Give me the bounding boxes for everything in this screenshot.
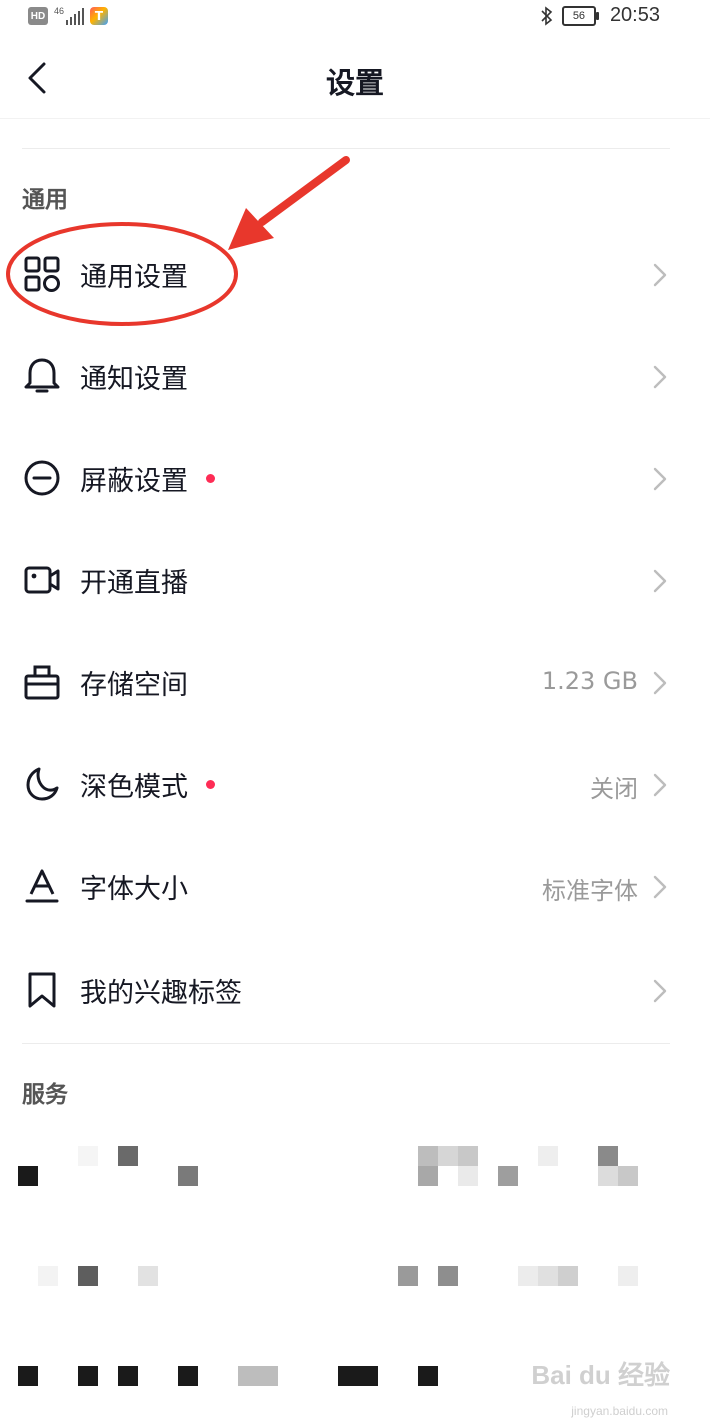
block-icon (24, 460, 60, 496)
network-type: 46 (54, 6, 65, 16)
divider (22, 1043, 670, 1044)
chevron-right-icon (653, 569, 667, 593)
storage-box-icon (24, 665, 60, 700)
status-bar: HD 46 T 56 20:53 (0, 0, 710, 34)
chevron-right-icon (653, 467, 667, 491)
row-value: 关闭 (590, 775, 638, 803)
annotation-arrow (258, 156, 350, 226)
app-notification-icon: T (90, 7, 109, 25)
section-label-services: 服务 (22, 1082, 68, 1108)
settings-row-live[interactable]: 开通直播 (0, 530, 710, 630)
row-label: 深色模式 (80, 772, 188, 803)
row-value: 标准字体 (542, 877, 638, 905)
settings-row-interest-tags[interactable]: 我的兴趣标签 (0, 940, 710, 1040)
divider (22, 148, 670, 149)
moon-icon (26, 767, 59, 801)
row-value: 1.23 GB (541, 667, 638, 695)
chevron-right-icon (653, 365, 667, 389)
row-label: 存储空间 (80, 670, 188, 701)
settings-row-dark-mode[interactable]: 深色模式 关闭 (0, 734, 710, 834)
settings-row-storage[interactable]: 存储空间 1.23 GB (0, 632, 710, 732)
signal-icon: 46 (54, 6, 85, 25)
settings-row-general[interactable]: 通用设置 (0, 224, 710, 324)
font-size-icon (25, 869, 59, 903)
battery-indicator: 56 (561, 5, 599, 26)
settings-row-block[interactable]: 屏蔽设置 (0, 428, 710, 528)
settings-row-notification[interactable]: 通知设置 (0, 326, 710, 426)
row-label: 通用设置 (80, 262, 188, 293)
bluetooth-icon (541, 5, 553, 26)
grid-icon (24, 256, 60, 292)
chevron-right-icon (653, 671, 667, 695)
row-label: 通知设置 (80, 364, 188, 395)
chevron-right-icon (653, 979, 667, 1003)
page-title: 设置 (325, 66, 384, 100)
video-camera-icon (24, 566, 60, 594)
row-label: 开通直播 (80, 568, 188, 599)
row-label: 字体大小 (80, 874, 188, 905)
status-time: 20:53 (609, 4, 660, 26)
settings-row-font-size[interactable]: 字体大小 标准字体 (0, 836, 710, 936)
chevron-right-icon (653, 773, 667, 797)
bookmark-icon (28, 972, 56, 1008)
red-dot-badge (206, 474, 215, 483)
chevron-right-icon (653, 875, 667, 899)
row-label: 屏蔽设置 (80, 466, 188, 497)
nav-bar: 设置 (0, 34, 710, 119)
baidu-watermark-url: jingyan.baidu.com (571, 1404, 668, 1418)
chevron-right-icon (653, 263, 667, 287)
baidu-watermark: Bai du 经验 (531, 1360, 670, 1390)
bell-icon (24, 358, 60, 393)
red-dot-badge (206, 780, 215, 789)
section-label-general: 通用 (22, 187, 68, 213)
hd-badge: HD (28, 7, 48, 25)
row-label: 我的兴趣标签 (80, 978, 242, 1009)
